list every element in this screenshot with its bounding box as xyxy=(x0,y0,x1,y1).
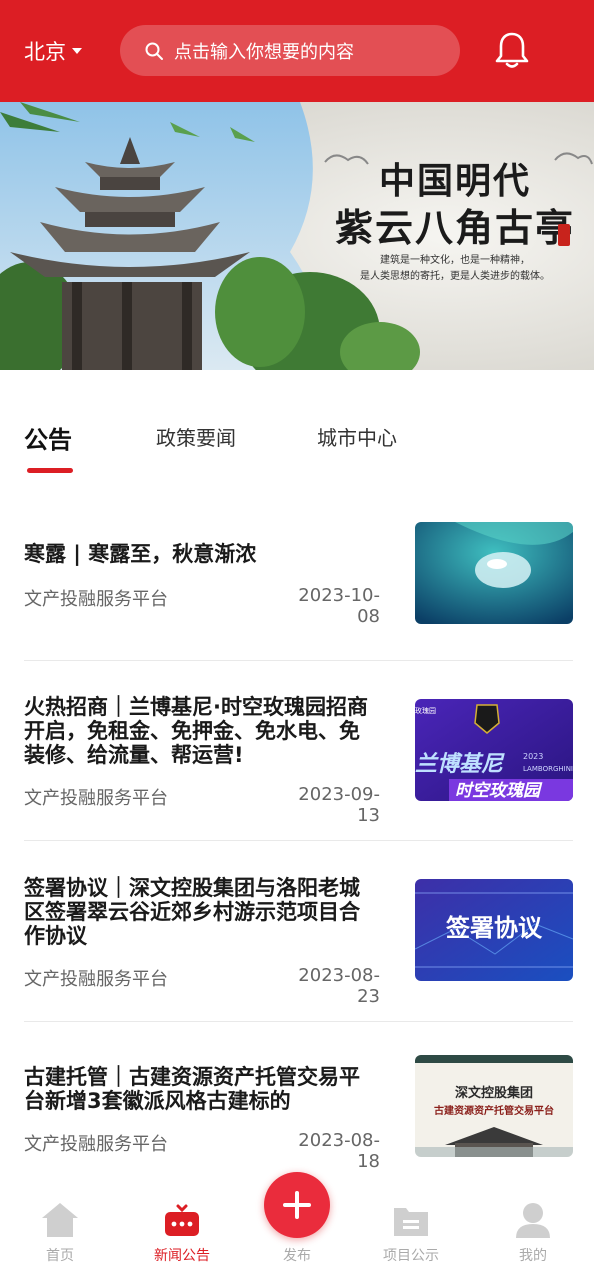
news-source: 文产投融服务平台 xyxy=(24,1134,168,1155)
list-divider xyxy=(24,1021,573,1022)
nav-projects-label: 项目公示 xyxy=(383,1248,439,1264)
banner-title-line2: 紫云八角古亭 xyxy=(334,205,575,250)
news-source: 文产投融服务平台 xyxy=(24,788,168,809)
news-title: 古建托管｜古建资源资产托管交易平台新增3套徽派风格古建标的 xyxy=(24,1065,360,1113)
red-seal-stamp xyxy=(558,224,570,246)
news-date: 2023-10-08 xyxy=(298,585,380,627)
search-icon xyxy=(145,42,163,60)
news-date: 2023-08-23 xyxy=(298,965,380,1007)
list-divider xyxy=(24,660,573,661)
publish-button[interactable] xyxy=(264,1172,330,1238)
nav-profile[interactable]: 我的 xyxy=(483,1190,583,1280)
thumb-text-brand: 兰博基尼 xyxy=(415,752,505,777)
caret-down-icon xyxy=(72,48,82,54)
thumb-text-garden: 时空玫瑰园 xyxy=(455,781,543,801)
bell-icon[interactable] xyxy=(494,30,530,70)
bottom-navigation: 首页 新闻公告 发布 项目公示 我的 xyxy=(0,1172,594,1280)
news-date: 2023-08-18 xyxy=(298,1130,380,1172)
thumb-text-agreement: 签署协议 xyxy=(445,914,543,942)
home-icon xyxy=(42,1203,78,1237)
category-tabs: 公告 政策要闻 城市中心 xyxy=(0,370,594,480)
thumb-text-lamborghini: LAMBORGHINI xyxy=(523,765,573,773)
nav-home[interactable]: 首页 xyxy=(10,1190,110,1280)
search-placeholder: 点击输入你想要的内容 xyxy=(174,41,354,63)
thumb-text-corner: 玫瑰园 xyxy=(415,706,436,715)
nav-news-label: 新闻公告 xyxy=(154,1248,210,1264)
plus-icon xyxy=(283,1191,311,1219)
folder-icon xyxy=(394,1208,428,1236)
tab-announcements[interactable]: 公告 xyxy=(24,420,72,455)
news-title: 火热招商｜兰博基尼·时空玫瑰园招商开启，免租金、免押金、免水电、免装修、给流量、… xyxy=(24,695,368,767)
nav-projects[interactable]: 项目公示 xyxy=(361,1190,461,1280)
tab-policy-news[interactable]: 政策要闻 xyxy=(156,422,236,451)
city-label: 北京 xyxy=(24,40,66,64)
news-item[interactable]: 古建托管｜古建资源资产托管交易平台新增3套徽派风格古建标的 文产投融服务平台 2… xyxy=(24,1055,573,1172)
nav-profile-label: 我的 xyxy=(519,1248,547,1264)
search-bar[interactable]: 点击输入你想要的内容 xyxy=(120,25,460,76)
thumb-text-platform: 古建资源资产托管交易平台 xyxy=(434,1104,554,1117)
news-source: 文产投融服务平台 xyxy=(24,969,168,990)
news-item[interactable]: 火热招商｜兰博基尼·时空玫瑰园招商开启，免租金、免押金、免水电、免装修、给流量、… xyxy=(24,695,573,826)
news-source: 文产投融服务平台 xyxy=(24,589,168,610)
news-title: 寒露 | 寒露至，秋意渐浓 xyxy=(24,542,257,566)
water-drop-thumbnail xyxy=(415,522,573,624)
thumb-text-group: 深文控股集团 xyxy=(455,1085,533,1101)
news-item[interactable]: 签署协议｜深文控股集团与洛阳老城区签署翠云谷近郊乡村游示范项目合作协议 文产投融… xyxy=(24,876,573,1007)
thumb-text-year: 2023 xyxy=(523,752,543,761)
nav-publish[interactable]: 发布 xyxy=(247,1172,347,1280)
ancient-architecture-thumbnail: 深文控股集团 古建资源资产托管交易平台 xyxy=(415,1055,573,1157)
tab-city-center[interactable]: 城市中心 xyxy=(317,422,397,451)
news-icon xyxy=(165,1204,199,1236)
list-divider xyxy=(24,840,573,841)
news-item[interactable]: 寒露 | 寒露至，秋意渐浓 文产投融服务平台 2023-10-08 xyxy=(24,522,573,627)
user-icon xyxy=(516,1203,550,1238)
nav-news[interactable]: 新闻公告 xyxy=(132,1190,232,1280)
news-title: 签署协议｜深文控股集团与洛阳老城区签署翠云谷近郊乡村游示范项目合作协议 xyxy=(24,876,360,948)
banner-subtitle-line2: 是人类思想的寄托，更是人类进步的载体。 xyxy=(360,271,550,282)
top-header: 北京 点击输入你想要的内容 xyxy=(0,0,594,102)
promo-banner[interactable]: 中国明代 紫云八角古亭 建筑是一种文化，也是一种精神， 是人类思想的寄托，更是人… xyxy=(0,102,594,370)
agreement-thumbnail: 签署协议 xyxy=(415,879,573,981)
lamborghini-thumbnail: 兰博基尼 2023 LAMBORGHINI 玫瑰园 时空玫瑰园 xyxy=(415,699,573,801)
nav-home-label: 首页 xyxy=(46,1248,74,1264)
active-tab-indicator xyxy=(27,468,73,473)
nav-publish-label: 发布 xyxy=(283,1248,311,1264)
city-selector[interactable]: 北京 xyxy=(24,36,82,66)
news-date: 2023-09-13 xyxy=(298,784,380,826)
